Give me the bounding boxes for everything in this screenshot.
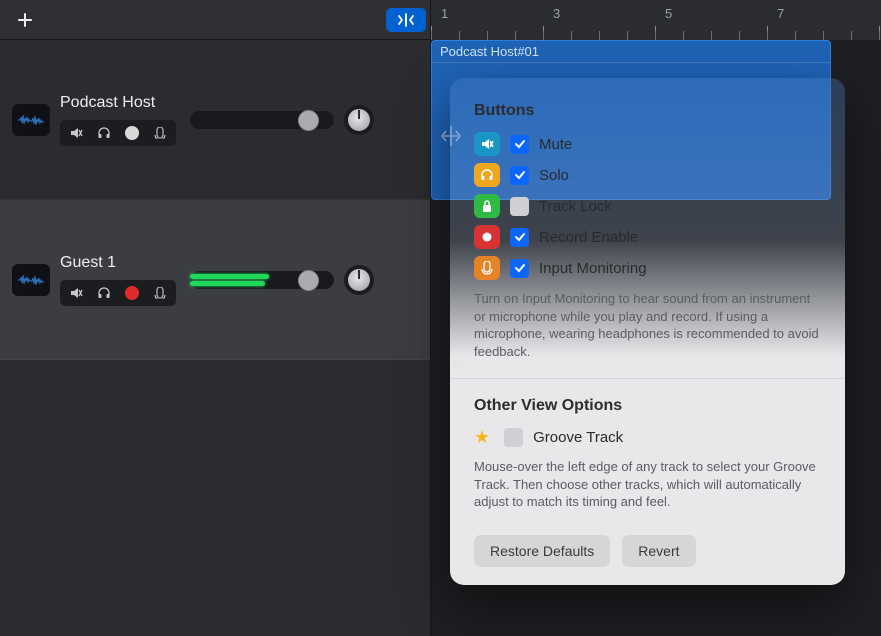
option-row-solo: Solo [474, 163, 821, 187]
star-icon: ★ [474, 427, 490, 448]
divider [450, 378, 845, 379]
track-type-icon [12, 104, 50, 136]
record-enable-checkbox[interactable] [510, 228, 529, 247]
track-header[interactable]: Podcast Host [0, 40, 430, 200]
check-icon [514, 169, 526, 181]
mute-icon [474, 132, 500, 156]
solo-button[interactable] [91, 122, 117, 144]
check-icon [514, 262, 526, 274]
revert-button[interactable]: Revert [622, 535, 695, 567]
ruler-mark: 1 [441, 6, 448, 21]
volume-slider[interactable] [190, 111, 334, 129]
check-icon [514, 231, 526, 243]
popover-button-bar: Restore Defaults Revert [474, 535, 821, 567]
region-title: Podcast Host#01 [432, 41, 830, 63]
option-label: Record Enable [539, 229, 638, 246]
record-dot-icon [125, 286, 139, 300]
track-header[interactable]: Guest 1 [0, 200, 430, 360]
groove-track-checkbox[interactable] [504, 428, 523, 447]
mute-checkbox[interactable] [510, 135, 529, 154]
headphones-icon [97, 126, 111, 140]
monitoring-icon [152, 287, 168, 299]
option-row-record: Record Enable [474, 225, 821, 249]
track-name[interactable]: Guest 1 [60, 254, 176, 272]
buttons-description: Turn on Input Monitoring to hear sound f… [474, 290, 821, 360]
record-enable-button[interactable] [119, 282, 145, 304]
option-row-lock: Track Lock [474, 194, 821, 218]
volume-thumb[interactable] [298, 110, 319, 131]
option-label: Track Lock [539, 198, 612, 215]
ruler-mark: 5 [665, 6, 672, 21]
check-icon [514, 138, 526, 150]
option-label: Mute [539, 136, 572, 153]
level-meter [190, 274, 269, 279]
option-row-monitoring: Input Monitoring [474, 256, 821, 280]
groove-description: Mouse-over the left edge of any track to… [474, 458, 821, 511]
add-track-button[interactable] [12, 7, 38, 33]
monitoring-icon [152, 127, 168, 139]
section-header: Other View Options [474, 397, 821, 415]
ruler-mark: 7 [777, 6, 784, 21]
section-header: Buttons [474, 102, 821, 120]
track-button-row [60, 280, 176, 306]
waveform-icon [17, 273, 45, 287]
mute-icon [69, 286, 83, 300]
track-header-config-popover: Buttons Mute Solo Track Lock Record Enab… [450, 78, 845, 585]
mute-button[interactable] [63, 122, 89, 144]
option-row-groove: ★ Groove Track [474, 427, 821, 448]
solo-checkbox[interactable] [510, 166, 529, 185]
record-dot-icon [125, 126, 139, 140]
solo-button[interactable] [91, 282, 117, 304]
track-list: Podcast Host Guest 1 [0, 40, 430, 636]
headphones-icon [97, 286, 111, 300]
lock-icon [474, 194, 500, 218]
track-button-row [60, 120, 176, 146]
headphones-icon [474, 163, 500, 187]
ruler-mark: 3 [553, 6, 560, 21]
volume-thumb[interactable] [298, 270, 319, 291]
track-lock-checkbox[interactable] [510, 197, 529, 216]
option-row-mute: Mute [474, 132, 821, 156]
mute-button[interactable] [63, 282, 89, 304]
catch-playhead-button[interactable] [386, 8, 426, 32]
plus-icon [17, 12, 33, 28]
record-icon [474, 225, 500, 249]
catch-icon [395, 13, 417, 27]
pan-knob[interactable] [344, 105, 374, 135]
input-monitoring-button[interactable] [147, 282, 173, 304]
level-meter [190, 281, 265, 286]
track-type-icon [12, 264, 50, 296]
option-label: Groove Track [533, 429, 623, 446]
pan-knob[interactable] [344, 265, 374, 295]
input-monitoring-button[interactable] [147, 122, 173, 144]
record-enable-button[interactable] [119, 122, 145, 144]
track-name[interactable]: Podcast Host [60, 94, 176, 112]
monitoring-icon [474, 256, 500, 280]
option-label: Solo [539, 167, 569, 184]
input-monitoring-checkbox[interactable] [510, 259, 529, 278]
waveform-icon [17, 113, 45, 127]
volume-slider[interactable] [190, 271, 334, 289]
mute-icon [69, 126, 83, 140]
restore-defaults-button[interactable]: Restore Defaults [474, 535, 610, 567]
option-label: Input Monitoring [539, 260, 647, 277]
timeline-ruler[interactable]: 1 3 5 7 [430, 0, 881, 40]
